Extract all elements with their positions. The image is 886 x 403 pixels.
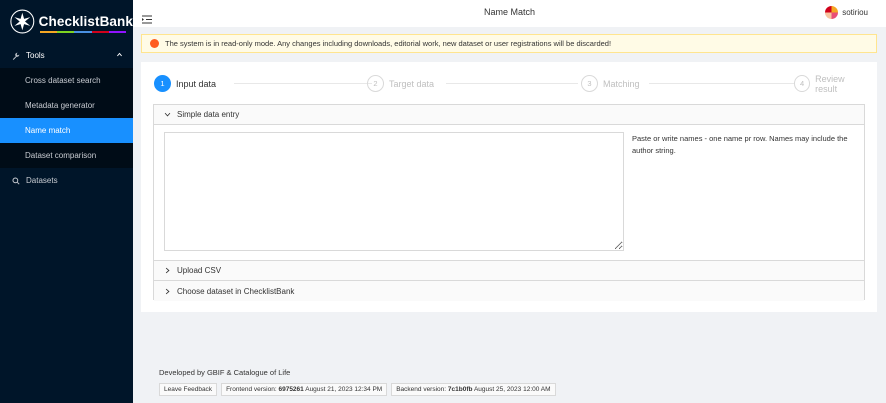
error-icon <box>150 39 159 48</box>
frontend-version-hash[interactable]: 6975261 <box>278 386 303 393</box>
app-logo[interactable]: ChecklistBank <box>0 0 133 42</box>
alert-text: The system is in read-only mode. Any cha… <box>165 39 612 48</box>
step-connector <box>234 83 372 84</box>
step-title: Matching <box>603 78 640 89</box>
step-number: 2 <box>367 75 384 92</box>
panel-header-upload-csv[interactable]: Upload CSV <box>154 261 864 281</box>
step-number: 3 <box>581 75 598 92</box>
backend-version-tag: Backend version: 7c1b0fb August 25, 2023… <box>391 383 556 396</box>
panel-header-simple-data-entry[interactable]: Simple data entry <box>154 105 864 125</box>
footer-tags: Leave Feedback Frontend version: 6975261… <box>159 383 560 396</box>
step-target-data[interactable]: 2 Target data <box>367 75 434 92</box>
sidebar-item-cross-dataset-search[interactable]: Cross dataset search <box>0 68 133 93</box>
step-title: Review result <box>815 73 845 94</box>
chevron-up-icon <box>117 52 122 57</box>
top-header: Name Match sotiriou <box>133 0 886 27</box>
help-text: Paste or write names - one name pr row. … <box>632 134 848 155</box>
frontend-version-tag: Frontend version: 6975261 August 21, 202… <box>221 383 388 396</box>
input-collapse: Simple data entry Paste or write names -… <box>153 104 865 301</box>
tools-submenu: Cross dataset search Metadata generator … <box>0 68 133 168</box>
step-input-data[interactable]: 1 Input data <box>154 75 216 92</box>
sidebar-group-tools[interactable]: Tools <box>0 43 133 68</box>
page-title: Name Match <box>483 7 536 17</box>
step-connector <box>446 83 578 84</box>
sidebar-item-dataset-comparison[interactable]: Dataset comparison <box>0 143 133 168</box>
sidebar-item-metadata-generator[interactable]: Metadata generator <box>0 93 133 118</box>
developed-by-text: Developed by GBIF & Catalogue of Life <box>159 368 291 377</box>
chevron-right-icon <box>165 267 170 274</box>
panel-body-simple-data-entry: Paste or write names - one name pr row. … <box>154 125 864 261</box>
app-name: ChecklistBank <box>38 13 133 29</box>
step-title: Input data <box>176 78 217 89</box>
logo-color-bar <box>40 31 127 33</box>
step-number: 1 <box>154 75 171 92</box>
chevron-right-icon <box>165 288 170 294</box>
step-connector <box>649 83 794 84</box>
checklistbank-logo-icon <box>10 9 35 33</box>
backend-version-hash[interactable]: 7c1b0fb <box>448 386 473 393</box>
step-matching[interactable]: 3 Matching <box>581 75 640 92</box>
step-number: 4 <box>794 75 811 92</box>
search-icon <box>12 176 20 185</box>
step-review-result[interactable]: 4 Review result <box>794 73 866 94</box>
main-content: 1 Input data 2 Target data 3 Matching 4 … <box>141 62 877 312</box>
footer: Developed by GBIF & Catalogue of Life Le… <box>159 368 556 396</box>
sidebar-item-name-match[interactable]: Name match <box>0 118 133 143</box>
user-menu[interactable]: sotiriou <box>825 6 868 19</box>
avatar <box>825 6 839 19</box>
names-textarea[interactable] <box>164 132 624 251</box>
sidebar-item-datasets[interactable]: Datasets <box>0 168 133 193</box>
panel-header-choose-dataset[interactable]: Choose dataset in ChecklistBank <box>154 281 864 301</box>
steps: 1 Input data 2 Target data 3 Matching 4 … <box>154 73 866 94</box>
read-only-alert: The system is in read-only mode. Any cha… <box>141 34 877 53</box>
username: sotiriou <box>842 8 868 17</box>
leave-feedback-link[interactable]: Leave Feedback <box>159 383 218 396</box>
wrench-icon <box>12 52 20 60</box>
sidebar-group-label: Tools <box>26 51 45 60</box>
step-title: Target data <box>389 78 435 89</box>
chevron-down-icon <box>164 112 171 117</box>
sidebar: ChecklistBank Tools Cross dataset search… <box>0 0 133 403</box>
